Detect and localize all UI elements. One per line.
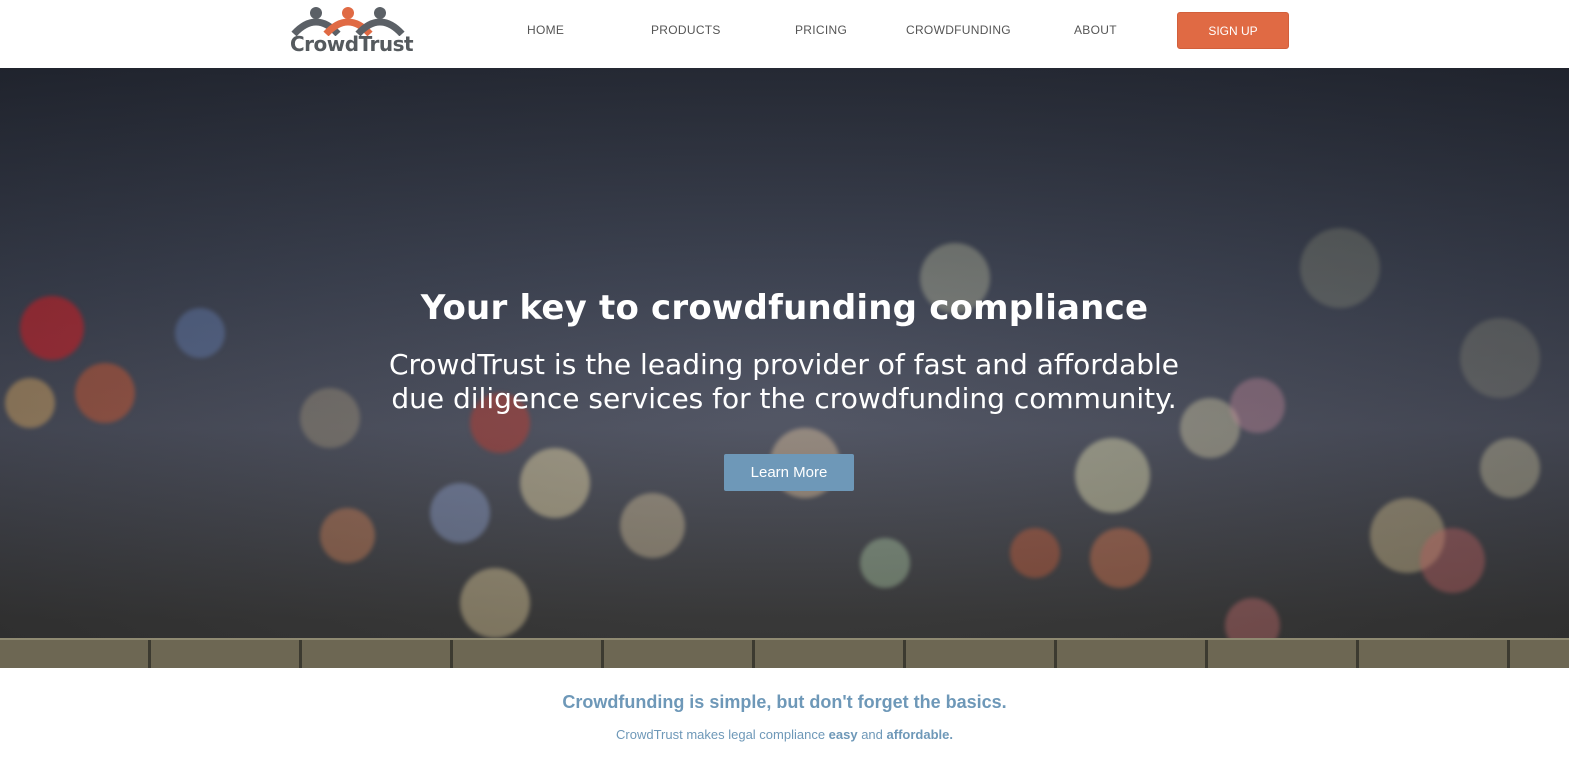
site-header: CrowdTrust HOME PRODUCTS PRICING CROWDFU… xyxy=(0,0,1569,68)
intro-subtext-easy: easy xyxy=(828,727,858,742)
nav-crowdfunding[interactable]: CROWDFUNDING xyxy=(906,23,1011,37)
intro-subtext-prefix: CrowdTrust makes legal compliance xyxy=(616,727,829,742)
learn-more-button[interactable]: Learn More xyxy=(724,454,854,491)
nav-pricing[interactable]: PRICING xyxy=(795,23,847,37)
intro-tagline: Crowdfunding is simple, but don't forget… xyxy=(562,692,1007,712)
intro-subtext-affordable: affordable. xyxy=(886,727,953,742)
nav-home[interactable]: HOME xyxy=(527,23,564,37)
wooden-deck xyxy=(0,638,1569,668)
nav-about[interactable]: ABOUT xyxy=(1074,23,1117,37)
intro-subtext: CrowdTrust makes legal compliance easy a… xyxy=(0,727,1569,742)
nav-products[interactable]: PRODUCTS xyxy=(651,23,721,37)
intro-subtext-and: and xyxy=(857,727,887,742)
crowdtrust-logo[interactable]: CrowdTrust xyxy=(290,6,414,58)
sign-up-button[interactable]: SIGN UP xyxy=(1177,12,1289,49)
hero-subtitle: CrowdTrust is the leading provider of fa… xyxy=(388,348,1180,415)
hero-banner: Your key to crowdfunding compliance Crow… xyxy=(0,68,1569,668)
hero-title: Your key to crowdfunding compliance xyxy=(420,288,1149,328)
logo-text: CrowdTrust xyxy=(290,32,414,56)
